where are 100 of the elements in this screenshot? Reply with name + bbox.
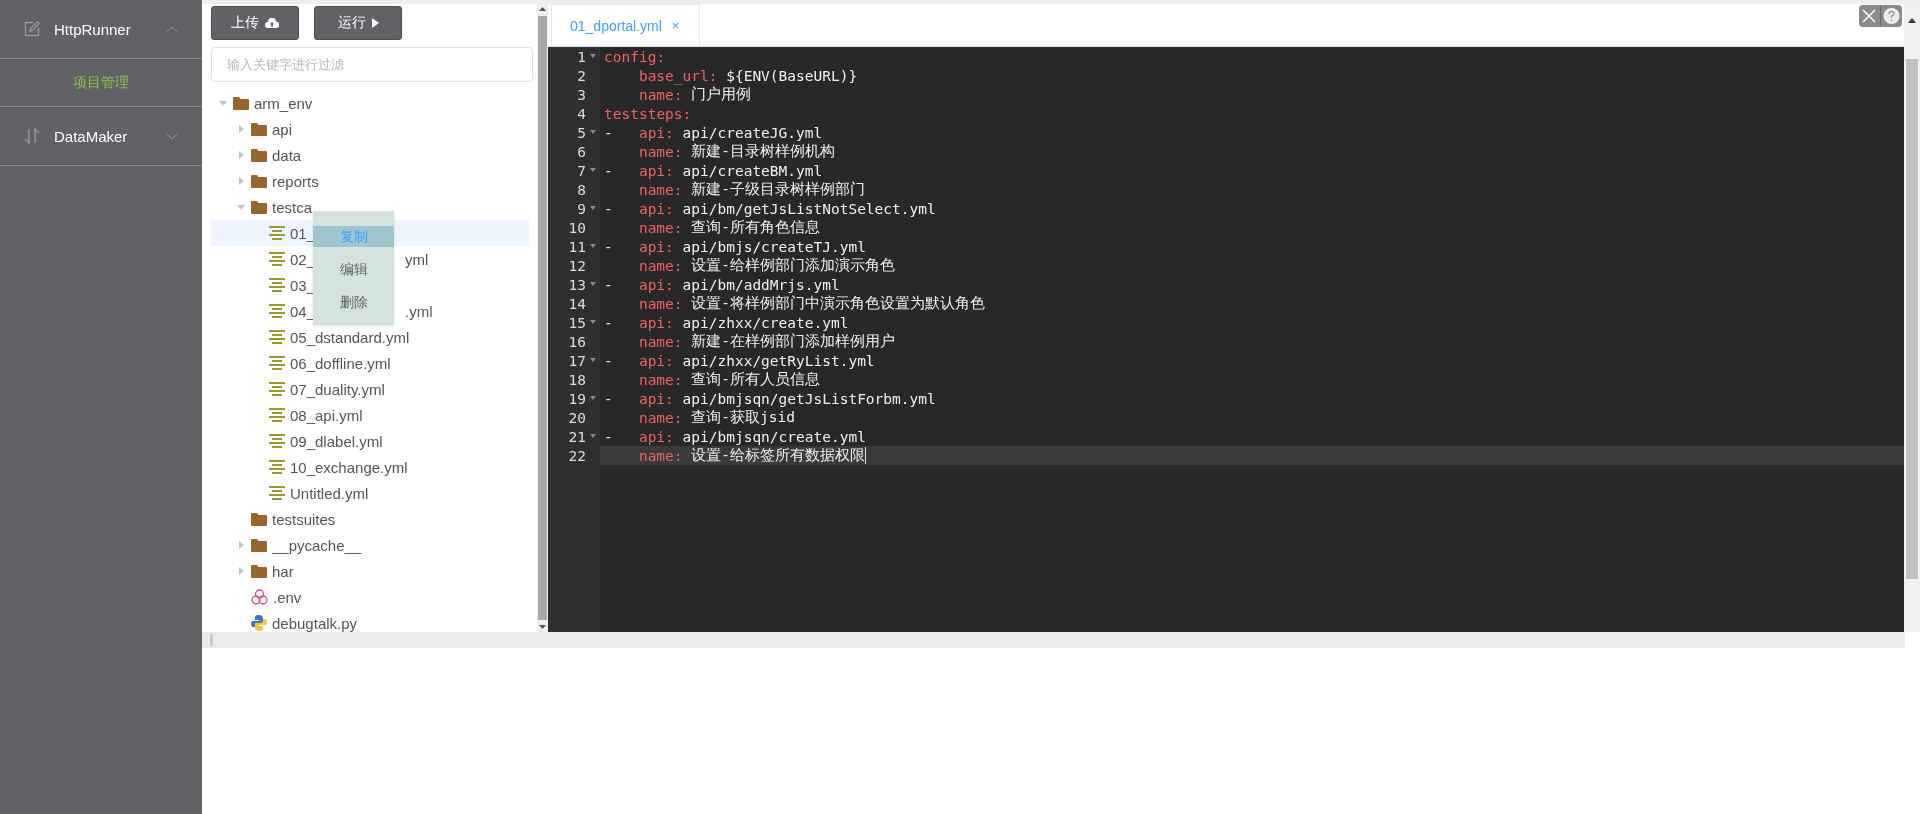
code-line: - api: api/bmjsqn/getJsListForbm.yml — [603, 389, 937, 408]
tree-item-label[interactable]: 06_doffline.yml — [290, 354, 391, 372]
run-button[interactable]: 运行 — [314, 6, 402, 40]
code-line: name: 查询-获取jsid — [637, 408, 796, 427]
fold-caret-icon[interactable] — [590, 434, 596, 438]
tree-item-label[interactable]: 03_ — [290, 276, 316, 294]
text-lines-icon — [269, 486, 285, 500]
line-number: 9 — [548, 199, 600, 218]
code-line: name: 门户用例 — [637, 85, 753, 104]
scrollbar[interactable] — [202, 632, 1905, 648]
sort-icon — [24, 128, 40, 144]
tree-item-label[interactable]: testca — [272, 198, 313, 216]
tree-item-label[interactable]: reports — [272, 172, 319, 190]
menu-group[interactable]: HttpRunner — [0, 0, 202, 59]
line-number: 6 — [576, 142, 587, 161]
play-icon — [371, 18, 379, 28]
tree-item-label[interactable]: 05_dstandard.yml — [290, 328, 410, 346]
tree-item-label[interactable]: 09_dlabel.yml — [290, 432, 383, 450]
line-number: 13 — [548, 275, 600, 294]
line-number: 1 — [548, 47, 600, 66]
text-lines-icon — [269, 278, 285, 292]
tree-item-label[interactable]: Untitled.yml — [290, 484, 369, 502]
folder-icon — [251, 512, 267, 526]
tree-item-label[interactable]: har — [272, 562, 294, 580]
code-editor[interactable] — [548, 47, 1904, 632]
code-line: teststeps: — [603, 104, 693, 123]
text-lines-icon — [269, 304, 285, 318]
line-number: 21 — [548, 427, 600, 446]
tree-item-label[interactable]: 02_ — [290, 250, 316, 268]
line-number: 22 — [567, 446, 587, 465]
line-number: 16 — [567, 332, 587, 351]
scroll-down-icon[interactable] — [539, 625, 546, 629]
code-line: - api: api/zhxx/create.yml — [603, 313, 850, 332]
edit-icon — [24, 21, 40, 37]
line-number: 19 — [548, 389, 600, 408]
line-number: 8 — [576, 180, 587, 199]
fold-caret-icon[interactable] — [590, 244, 596, 248]
menu-item[interactable]: 编辑 — [313, 259, 394, 280]
code-line: - api: api/createBM.yml — [603, 161, 824, 180]
upload-button[interactable]: 上传 — [211, 6, 299, 40]
tree-item-label[interactable]: debugtalk.py — [272, 614, 358, 632]
fold-caret-icon[interactable] — [590, 396, 596, 400]
fold-caret-icon[interactable] — [590, 282, 596, 286]
code-line: - api: api/zhxx/getRyList.yml — [603, 351, 876, 370]
text-lines-icon — [269, 252, 285, 266]
line-number: 20 — [567, 408, 587, 427]
help-icon[interactable] — [1880, 5, 1902, 27]
code-line: - api: api/bmjs/createTJ.yml — [603, 237, 867, 256]
tree-item-label[interactable]: 04_ — [290, 302, 316, 320]
tree-item-label[interactable]: api — [272, 120, 293, 138]
folder-icon — [251, 564, 267, 578]
code-line: - api: api/bmjsqn/create.yml — [603, 427, 867, 446]
cloud-upload-icon — [265, 18, 279, 28]
code-line: config: — [603, 47, 667, 66]
line-number: 3 — [576, 85, 587, 104]
tree-item-label[interactable]: __pycache__ — [272, 536, 362, 554]
code-line: name: 设置-将样例部门中演示角色设置为默认角色 — [637, 294, 986, 313]
menu-item[interactable]: 删除 — [313, 292, 394, 313]
line-number: 17 — [548, 351, 600, 370]
code-line: - api: api/createJG.yml — [603, 123, 824, 142]
tree-item-label: .yml — [405, 302, 433, 320]
folder-icon — [251, 538, 267, 552]
knot-icon — [251, 589, 268, 605]
line-number: 14 — [567, 294, 587, 313]
fold-caret-icon[interactable] — [590, 130, 596, 134]
tree-item-label[interactable]: 08_api.yml — [290, 406, 363, 424]
fold-caret-icon[interactable] — [590, 358, 596, 362]
fold-caret-icon[interactable] — [590, 206, 596, 210]
text-lines-icon — [269, 330, 285, 344]
code-line: base_url: ${ENV(BaseURL)} — [637, 66, 859, 85]
tree-item-label[interactable]: testsuites — [272, 510, 336, 528]
line-number: 10 — [567, 218, 587, 237]
tree-item-label[interactable]: 10_exchange.yml — [290, 458, 408, 476]
folder-icon — [251, 200, 267, 214]
scrollbar[interactable] — [1904, 4, 1920, 632]
scrollbar[interactable] — [537, 4, 548, 632]
tree-item-label[interactable]: 01_ — [290, 224, 316, 242]
menu-group[interactable]: DataMaker — [0, 107, 202, 166]
tree-item-label[interactable]: arm_env — [254, 94, 313, 112]
fold-caret-icon[interactable] — [590, 168, 596, 172]
tree-item-label[interactable]: data — [272, 146, 302, 164]
filter-field[interactable]: 输入关键字进行过滤 — [211, 47, 533, 82]
code-line: name: 新建-子级目录树样例部门 — [637, 180, 866, 199]
text-lines-icon — [269, 434, 285, 448]
python-icon — [251, 615, 267, 631]
fold-caret-icon[interactable] — [590, 320, 596, 324]
scroll-up-icon[interactable] — [1908, 18, 1916, 23]
fold-caret-icon[interactable] — [590, 54, 596, 58]
line-number: 18 — [567, 370, 587, 389]
code-line: name: 查询-所有人员信息 — [637, 370, 821, 389]
text-lines-icon — [269, 408, 285, 422]
text-lines-icon — [269, 460, 285, 474]
text-lines-icon — [269, 226, 285, 240]
tree-item-label[interactable]: .env — [273, 588, 302, 606]
line-number: 5 — [548, 123, 600, 142]
tree-item-label[interactable]: 07_duality.yml — [290, 380, 385, 398]
folder-icon — [251, 122, 267, 136]
code-line: name: 设置-给样例部门添加演示角色 — [637, 256, 896, 275]
code-line: - api: api/bm/addMrjs.yml — [603, 275, 841, 294]
scroll-up-icon[interactable] — [539, 7, 546, 11]
